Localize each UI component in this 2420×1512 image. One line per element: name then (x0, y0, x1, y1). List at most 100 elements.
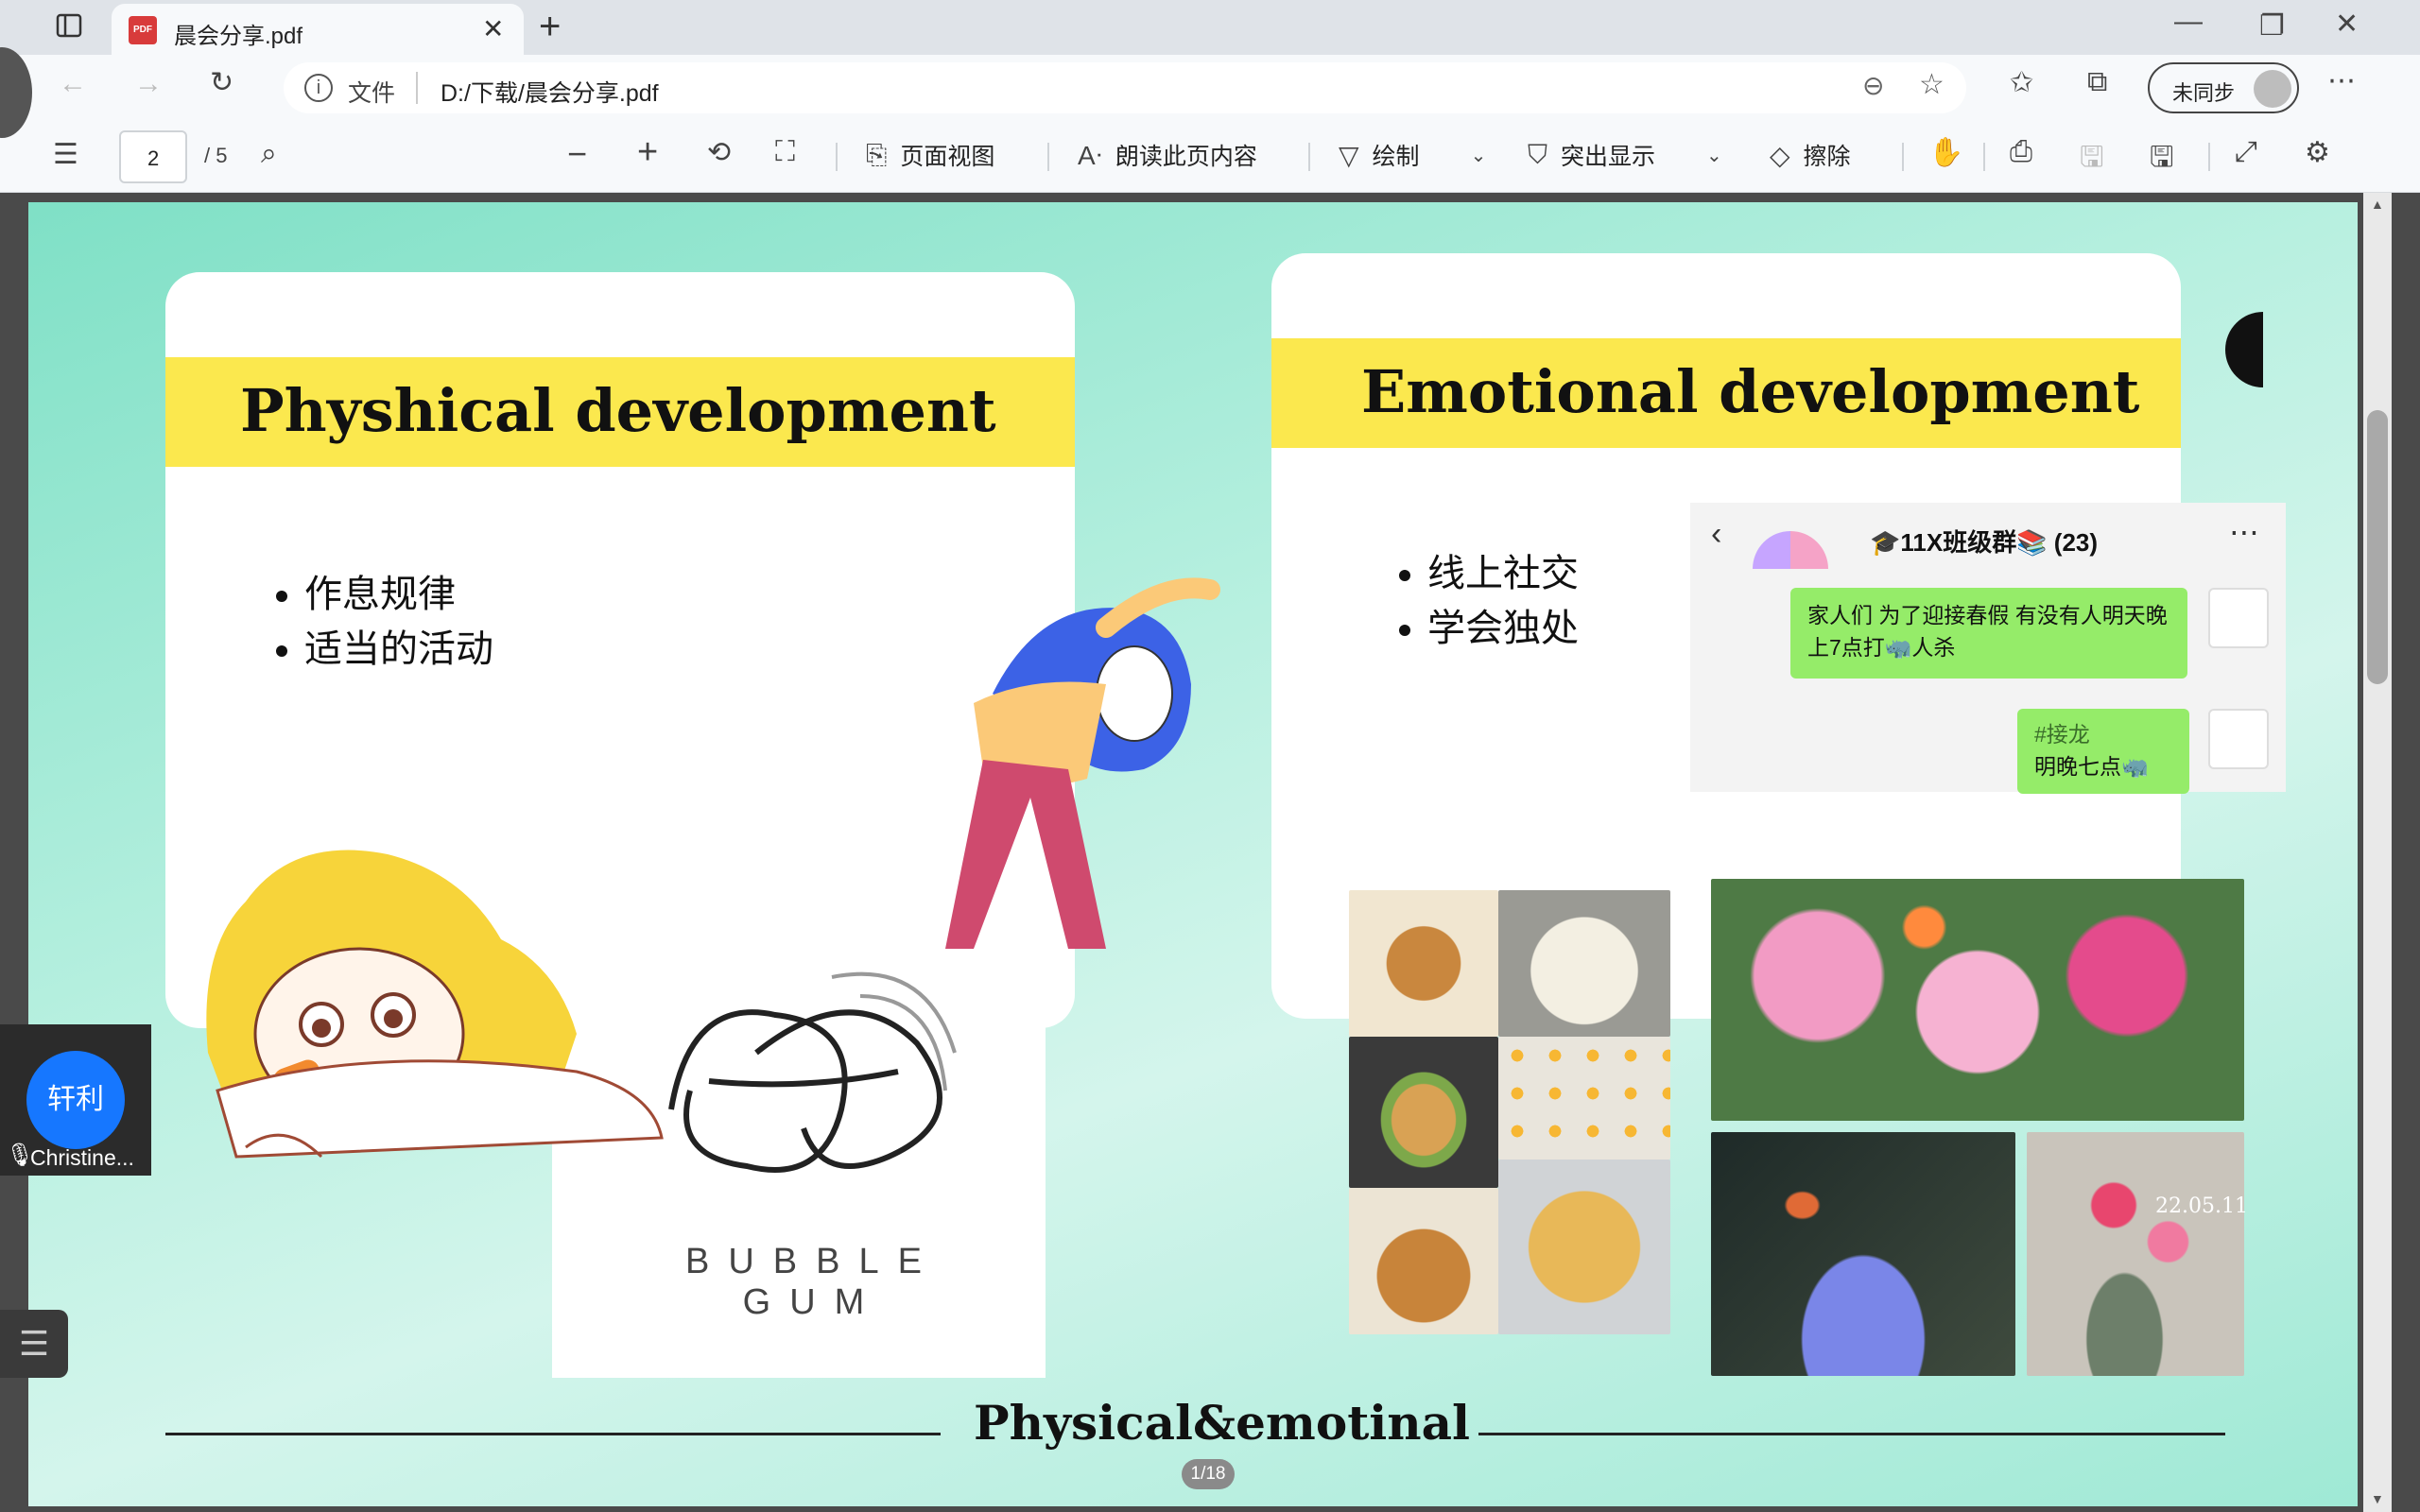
add-favorite-icon[interactable]: ☆ (1919, 68, 1945, 101)
info-icon[interactable]: i (304, 74, 333, 102)
rotate-icon[interactable]: ⟲ (707, 136, 731, 169)
more-icon[interactable]: ⋯ (2327, 64, 2356, 97)
chevron-down-icon[interactable]: ⌄ (1706, 144, 1722, 167)
profile-label: 未同步 (2172, 81, 2236, 105)
highlight-label: 突出显示 (1561, 144, 1656, 170)
half-circle-decor (2225, 312, 2263, 387)
chevron-down-icon[interactable]: ⌄ (1471, 144, 1487, 167)
page-total: / 5 (204, 144, 228, 167)
minimize-icon[interactable]: — (2174, 6, 2203, 38)
stretching-person-illustration (945, 577, 1220, 949)
zoom-in-button[interactable]: + (637, 132, 658, 173)
address-path: D:/下载/晨会分享.pdf (441, 80, 659, 107)
touch-icon[interactable]: ✋ (1928, 136, 1963, 169)
flower-photo-bouquet (1711, 879, 2244, 1121)
read-aloud-label: 朗读此页内容 (1115, 144, 1257, 170)
chat-bubble-2: #接龙 明晚七点🦏 (2017, 709, 2189, 794)
eraser-icon: ◇ (1770, 140, 1790, 170)
chat-screenshot: ‹ 🎓11X班级群📚 (23) ⋯ 家人们 为了迎接春假 有没有人明天晚上7点打… (1690, 503, 2286, 794)
physical-title: Physhical development (240, 376, 996, 445)
collections-icon[interactable]: ⧉ (2087, 66, 2107, 98)
footer-title: Physical&emotinal (974, 1395, 1471, 1451)
footer-rule-left (165, 1433, 941, 1435)
refresh-icon[interactable]: ↻ (210, 66, 233, 99)
participant-name: Christine... (30, 1145, 134, 1170)
page-view-label: 页面视图 (900, 144, 995, 170)
address-scheme-label: 文件 (348, 80, 396, 107)
fit-page-icon[interactable]: ⛶ (775, 136, 795, 168)
contents-icon[interactable]: ☰ (53, 138, 78, 171)
food-photo-sandwich (1349, 1037, 1498, 1188)
zoom-out-button[interactable]: − (567, 134, 587, 174)
emotional-title: Emotional development (1361, 357, 2140, 426)
emotional-bullets: 线上社交 学会独处 (1390, 546, 1579, 656)
food-photo-cookies (1498, 1037, 1670, 1160)
flower-photo-pond (1711, 1132, 2015, 1376)
chat-avatar (2208, 588, 2269, 648)
restore-icon[interactable]: ❐ (2259, 9, 2285, 43)
food-photo-crackers (1498, 1160, 1670, 1334)
forward-icon[interactable]: → (134, 68, 163, 100)
meeting-menu-icon[interactable]: ☰ (0, 1310, 68, 1378)
page-number-value: 2 (147, 146, 160, 170)
slide-page: Physhical development 作息规律 适当的活动 (28, 202, 2358, 1506)
address-field[interactable]: i 文件 D:/下载/晨会分享.pdf ⊖ ☆ (284, 62, 1966, 113)
bullet-item: 作息规律 (304, 567, 493, 622)
pdf-toolbar: ☰ 2 / 5 ⌕ − + ⟲ ⛶ ⎘ 页面视图 Aᐧ 朗读此页内容 ▽ 绘制 … (0, 121, 2420, 193)
save-icon[interactable]: 🖫 (2080, 136, 2104, 184)
erase-label: 擦除 (1803, 144, 1851, 170)
vertical-scrollbar[interactable]: ▲ ▼ (2363, 193, 2392, 1512)
chat-group-name: 🎓11X班级群📚 (23) (1870, 528, 2099, 557)
highlight-button[interactable]: ⛉ 突出显示 ⌄ (1528, 138, 1722, 172)
profile-button[interactable]: 未同步 (2148, 62, 2299, 113)
address-bar-row: ← → ↻ i 文件 D:/下载/晨会分享.pdf ⊖ ☆ ✩ ⧉ 未同步 ⋯ (0, 55, 2420, 121)
print-icon[interactable]: ⎙ (2010, 136, 2032, 168)
flower-photo-vase (2027, 1132, 2244, 1376)
browser-tab[interactable]: PDF 晨会分享.pdf ✕ (112, 4, 524, 55)
food-photo-cream (1498, 890, 1670, 1037)
bullet-item: 适当的活动 (304, 622, 493, 677)
favorites-icon[interactable]: ✩ (2010, 66, 2033, 99)
tab-actions-icon[interactable] (53, 11, 85, 43)
chat-more-icon: ⋯ (2229, 515, 2259, 549)
read-aloud-button[interactable]: Aᐧ 朗读此页内容 (1078, 138, 1257, 172)
physical-bullets: 作息规律 适当的活动 (267, 567, 493, 677)
title-bar: PDF 晨会分享.pdf ✕ + — ❐ ✕ (0, 0, 2420, 55)
scroll-down-icon[interactable]: ▼ (2371, 1491, 2384, 1506)
food-photo-pancakes (1349, 890, 1498, 1037)
erase-button[interactable]: ◇ 擦除 (1770, 138, 1851, 172)
bullet-item: 线上社交 (1427, 546, 1579, 601)
settings-icon[interactable]: ⚙ (2305, 136, 2330, 169)
draw-button[interactable]: ▽ 绘制 ⌄ (1339, 138, 1486, 172)
scroll-up-icon[interactable]: ▲ (2371, 197, 2384, 212)
chat-msg-2-text: 明晚七点🦏 (2034, 754, 2149, 779)
highlight-icon: ⛉ (1528, 139, 1548, 169)
save-as-icon[interactable]: 🖫 (2150, 136, 2174, 184)
photo-date-stamp: 22.05.11 (2155, 1194, 2248, 1218)
draw-icon: ▽ (1339, 140, 1359, 170)
avatar-icon (2254, 70, 2291, 108)
back-chevron-icon: ‹ (1711, 516, 1722, 552)
participant-tile[interactable]: 轩利 🎙 Christine... (0, 1024, 151, 1176)
pdf-file-icon: PDF (129, 16, 157, 44)
read-aloud-icon: Aᐧ (1078, 140, 1102, 170)
back-icon[interactable]: ← (59, 68, 87, 100)
zoom-out-icon[interactable]: ⊖ (1862, 70, 1884, 101)
fullscreen-icon[interactable]: ⤢ (2235, 136, 2257, 168)
scroll-thumb[interactable] (2367, 410, 2388, 684)
participant-avatar: 轩利 (26, 1051, 125, 1149)
search-icon[interactable]: ⌕ (261, 138, 277, 170)
bullet-item: 学会独处 (1427, 601, 1579, 656)
draw-label: 绘制 (1372, 144, 1420, 170)
chat-avatar (2208, 709, 2269, 769)
chat-bubble-1: 家人们 为了迎接春假 有没有人明天晚上7点打🦏人杀 (1790, 588, 2187, 679)
pdf-viewer[interactable]: Physhical development 作息规律 适当的活动 (0, 193, 2420, 1512)
food-photo-bread (1349, 1188, 1498, 1334)
page-view-button[interactable]: ⎘ 页面视图 (866, 138, 994, 172)
page-number-input[interactable]: 2 (119, 130, 187, 183)
close-tab-icon[interactable]: ✕ (482, 13, 504, 44)
close-window-icon[interactable]: ✕ (2335, 8, 2359, 41)
tab-title: 晨会分享.pdf (174, 24, 303, 49)
new-tab-icon[interactable]: + (539, 6, 561, 48)
chat-msg-2-tag: #接龙 (2034, 722, 2090, 747)
